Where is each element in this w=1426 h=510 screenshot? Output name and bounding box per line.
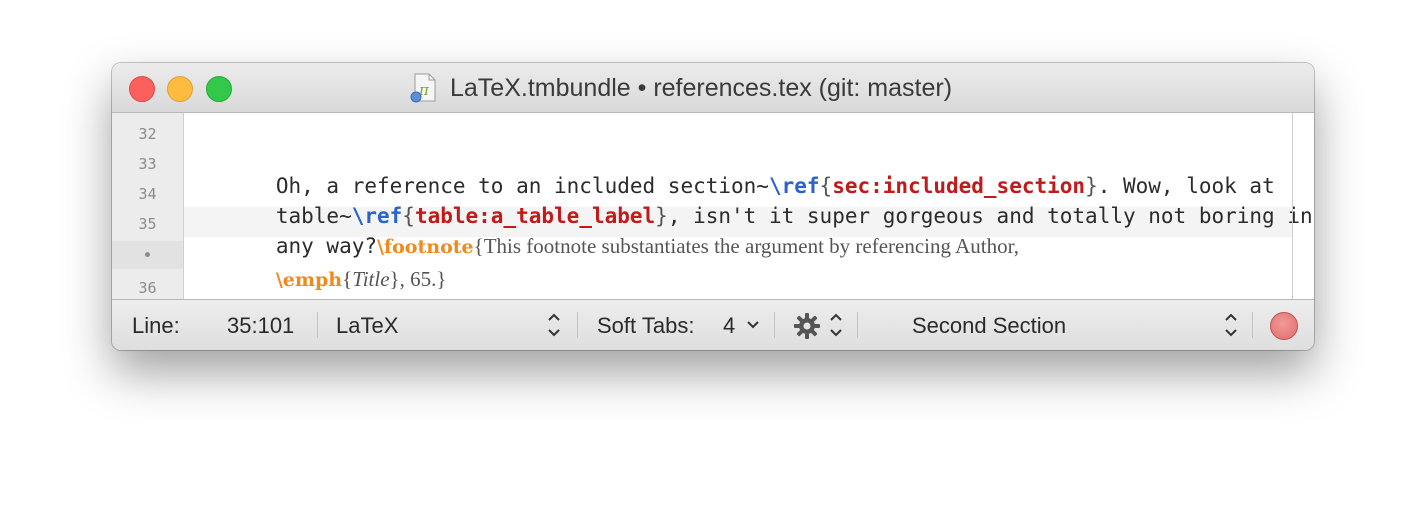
zoom-button[interactable] [206, 76, 232, 102]
line-column-indicator[interactable]: 35:101 [227, 313, 294, 339]
minimize-button[interactable] [167, 76, 193, 102]
brace: } [389, 267, 400, 291]
code-line-35-wrapped: \emph{Title}, 65.} [200, 243, 447, 299]
window-title-area: π LaTeX.tmbundle • references.tex (git: … [410, 73, 952, 103]
wrap-column-guide [1292, 113, 1293, 299]
line-number: 32 [138, 125, 157, 143]
text-editor[interactable]: 32 33 34 35 • 36 Oh, a reference to an i… [112, 113, 1314, 299]
footnote-text: , 65.} [399, 267, 447, 291]
brace: { [342, 267, 353, 291]
line-number: 33 [138, 155, 157, 173]
up-down-chevron-icon[interactable] [829, 308, 843, 342]
divider [317, 312, 318, 338]
up-down-chevron-icon[interactable] [547, 308, 561, 342]
line-number: 35 [138, 215, 157, 233]
tab-size-value[interactable]: 4 [723, 313, 735, 339]
line-number: 36 [138, 279, 157, 297]
emph-command: \emph [275, 269, 343, 291]
soft-tabs-label[interactable]: Soft Tabs: [597, 313, 694, 339]
divider [857, 312, 858, 338]
brace: { [473, 234, 484, 258]
status-bar: Line: 35:101 LaTeX Soft Tabs: 4 Second S… [112, 299, 1314, 350]
wrap-indicator: • [142, 246, 153, 266]
chevron-down-icon[interactable] [746, 308, 760, 342]
title-bar[interactable]: π LaTeX.tmbundle • references.tex (git: … [112, 63, 1314, 113]
divider [1252, 312, 1253, 338]
grammar-popup[interactable]: LaTeX [336, 313, 398, 339]
up-down-chevron-icon[interactable] [1224, 308, 1238, 342]
footnote-text: This footnote substantiates the argument… [483, 234, 1020, 258]
symbol-popup[interactable]: Second Section [912, 313, 1066, 339]
window-title: LaTeX.tmbundle • references.tex (git: ma… [450, 73, 953, 102]
tex-document-icon[interactable]: π [410, 73, 438, 103]
line-number-gutter[interactable]: 32 33 34 35 • 36 [112, 113, 184, 299]
divider [774, 312, 775, 338]
close-button[interactable] [129, 76, 155, 102]
gear-icon[interactable] [793, 312, 821, 340]
line-number: 34 [138, 185, 157, 203]
divider [577, 312, 578, 338]
macro-record-button[interactable] [1270, 312, 1298, 340]
line-label: Line: [132, 313, 180, 338]
scrolled-off-line [200, 113, 500, 119]
editor-window: π LaTeX.tmbundle • references.tex (git: … [112, 63, 1314, 350]
emphasized-title: Title [352, 267, 390, 291]
